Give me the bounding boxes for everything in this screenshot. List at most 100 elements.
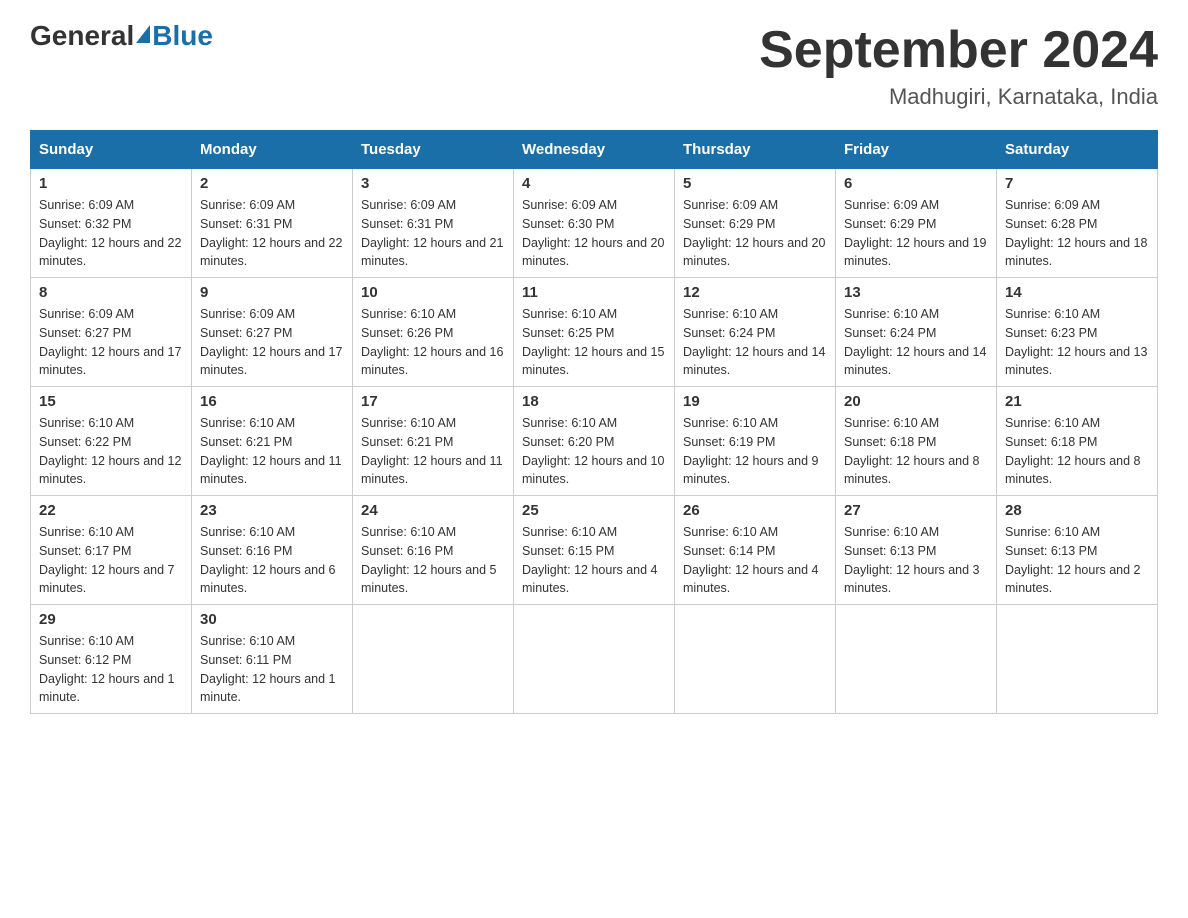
header-friday: Friday	[836, 131, 997, 169]
calendar-cell: 30Sunrise: 6:10 AMSunset: 6:11 PMDayligh…	[192, 605, 353, 714]
day-number: 25	[522, 502, 666, 519]
week-row-3: 15Sunrise: 6:10 AMSunset: 6:22 PMDayligh…	[31, 387, 1158, 496]
calendar-cell	[353, 605, 514, 714]
day-info: Sunrise: 6:10 AMSunset: 6:13 PMDaylight:…	[1005, 523, 1149, 598]
day-number: 24	[361, 502, 505, 519]
calendar-cell: 16 Sunrise: 6:10 AMSunset: 6:21 PMDayligh…	[192, 387, 353, 496]
calendar-cell: 18 Sunrise: 6:10 AMSunset: 6:20 PMDayligh…	[514, 387, 675, 496]
week-row-4: 22Sunrise: 6:10 AMSunset: 6:17 PMDayligh…	[31, 496, 1158, 605]
calendar-cell: 11 Sunrise: 6:10 AMSunset: 6:25 PMDayligh…	[514, 278, 675, 387]
day-number: 21	[1005, 393, 1149, 410]
calendar-subtitle: Madhugiri, Karnataka, India	[759, 84, 1158, 110]
week-row-5: 29 Sunrise: 6:10 AMSunset: 6:12 PMDayligh…	[31, 605, 1158, 714]
day-info: Sunrise: 6:10 AMSunset: 6:24 PMDaylight:…	[844, 305, 988, 380]
calendar-header-row: SundayMondayTuesdayWednesdayThursdayFrid…	[31, 131, 1158, 169]
day-info: Sunrise: 6:09 AMSunset: 6:29 PMDaylight:…	[844, 196, 988, 271]
header-tuesday: Tuesday	[353, 131, 514, 169]
calendar-cell: 9Sunrise: 6:09 AMSunset: 6:27 PMDaylight…	[192, 278, 353, 387]
day-number: 10	[361, 284, 505, 301]
day-info: Sunrise: 6:09 AMSunset: 6:28 PMDaylight:…	[1005, 196, 1149, 271]
day-info: Sunrise: 6:10 AMSunset: 6:23 PMDaylight:…	[1005, 305, 1149, 380]
day-number: 11	[522, 284, 666, 301]
day-info: Sunrise: 6:10 AMSunset: 6:18 PMDaylight:…	[844, 414, 988, 489]
header-monday: Monday	[192, 131, 353, 169]
day-info: Sunrise: 6:10 AMSunset: 6:21 PMDaylight:…	[200, 414, 344, 489]
day-number: 15	[39, 393, 183, 410]
calendar-cell: 3 Sunrise: 6:09 AMSunset: 6:31 PMDaylight…	[353, 169, 514, 278]
calendar-cell	[514, 605, 675, 714]
calendar-cell: 15Sunrise: 6:10 AMSunset: 6:22 PMDayligh…	[31, 387, 192, 496]
calendar-cell: 28 Sunrise: 6:10 AMSunset: 6:13 PMDayligh…	[997, 496, 1158, 605]
day-number: 28	[1005, 502, 1149, 519]
calendar-cell	[836, 605, 997, 714]
header-saturday: Saturday	[997, 131, 1158, 169]
calendar-cell: 20 Sunrise: 6:10 AMSunset: 6:18 PMDayligh…	[836, 387, 997, 496]
header-sunday: Sunday	[31, 131, 192, 169]
calendar-cell: 5Sunrise: 6:09 AMSunset: 6:29 PMDaylight…	[675, 169, 836, 278]
day-info: Sunrise: 6:09 AMSunset: 6:32 PMDaylight:…	[39, 196, 183, 271]
day-info: Sunrise: 6:10 AMSunset: 6:21 PMDaylight:…	[361, 414, 505, 489]
calendar-cell	[997, 605, 1158, 714]
day-info: Sunrise: 6:09 AMSunset: 6:31 PMDaylight:…	[200, 196, 344, 271]
logo-area: General Blue	[30, 20, 213, 52]
week-row-1: 1 Sunrise: 6:09 AMSunset: 6:32 PMDaylight…	[31, 169, 1158, 278]
logo: General Blue	[30, 20, 213, 52]
calendar-cell: 6 Sunrise: 6:09 AMSunset: 6:29 PMDaylight…	[836, 169, 997, 278]
day-info: Sunrise: 6:09 AMSunset: 6:31 PMDaylight:…	[361, 196, 505, 271]
day-number: 16	[200, 393, 344, 410]
day-info: Sunrise: 6:10 AMSunset: 6:12 PMDaylight:…	[39, 632, 183, 707]
day-info: Sunrise: 6:10 AMSunset: 6:19 PMDaylight:…	[683, 414, 827, 489]
calendar-title: September 2024	[759, 20, 1158, 80]
calendar-cell: 23Sunrise: 6:10 AMSunset: 6:16 PMDayligh…	[192, 496, 353, 605]
day-number: 17	[361, 393, 505, 410]
header: General Blue September 2024 Madhugiri, K…	[30, 20, 1158, 110]
day-info: Sunrise: 6:09 AMSunset: 6:27 PMDaylight:…	[39, 305, 183, 380]
day-number: 18	[522, 393, 666, 410]
day-info: Sunrise: 6:09 AMSunset: 6:27 PMDaylight:…	[200, 305, 344, 380]
day-number: 29	[39, 611, 183, 628]
day-number: 19	[683, 393, 827, 410]
header-wednesday: Wednesday	[514, 131, 675, 169]
day-number: 13	[844, 284, 988, 301]
calendar-cell: 4Sunrise: 6:09 AMSunset: 6:30 PMDaylight…	[514, 169, 675, 278]
calendar-cell: 24 Sunrise: 6:10 AMSunset: 6:16 PMDayligh…	[353, 496, 514, 605]
day-info: Sunrise: 6:10 AMSunset: 6:14 PMDaylight:…	[683, 523, 827, 598]
day-info: Sunrise: 6:10 AMSunset: 6:15 PMDaylight:…	[522, 523, 666, 598]
calendar-cell: 22Sunrise: 6:10 AMSunset: 6:17 PMDayligh…	[31, 496, 192, 605]
calendar-cell: 14 Sunrise: 6:10 AMSunset: 6:23 PMDayligh…	[997, 278, 1158, 387]
day-number: 1	[39, 175, 183, 192]
day-number: 22	[39, 502, 183, 519]
logo-blue-text: Blue	[152, 20, 213, 52]
day-number: 8	[39, 284, 183, 301]
day-info: Sunrise: 6:10 AMSunset: 6:25 PMDaylight:…	[522, 305, 666, 380]
day-number: 6	[844, 175, 988, 192]
day-info: Sunrise: 6:10 AMSunset: 6:16 PMDaylight:…	[361, 523, 505, 598]
day-info: Sunrise: 6:09 AMSunset: 6:29 PMDaylight:…	[683, 196, 827, 271]
header-thursday: Thursday	[675, 131, 836, 169]
calendar-cell: 26 Sunrise: 6:10 AMSunset: 6:14 PMDayligh…	[675, 496, 836, 605]
day-number: 3	[361, 175, 505, 192]
day-number: 2	[200, 175, 344, 192]
calendar-cell: 27Sunrise: 6:10 AMSunset: 6:13 PMDayligh…	[836, 496, 997, 605]
day-number: 26	[683, 502, 827, 519]
calendar-cell: 1 Sunrise: 6:09 AMSunset: 6:32 PMDaylight…	[31, 169, 192, 278]
calendar-cell: 12Sunrise: 6:10 AMSunset: 6:24 PMDayligh…	[675, 278, 836, 387]
day-number: 20	[844, 393, 988, 410]
week-row-2: 8 Sunrise: 6:09 AMSunset: 6:27 PMDaylight…	[31, 278, 1158, 387]
calendar-cell: 25 Sunrise: 6:10 AMSunset: 6:15 PMDayligh…	[514, 496, 675, 605]
day-info: Sunrise: 6:10 AMSunset: 6:20 PMDaylight:…	[522, 414, 666, 489]
day-number: 27	[844, 502, 988, 519]
calendar-cell: 17 Sunrise: 6:10 AMSunset: 6:21 PMDayligh…	[353, 387, 514, 496]
day-info: Sunrise: 6:10 AMSunset: 6:26 PMDaylight:…	[361, 305, 505, 380]
calendar-cell: 7 Sunrise: 6:09 AMSunset: 6:28 PMDaylight…	[997, 169, 1158, 278]
day-number: 14	[1005, 284, 1149, 301]
day-info: Sunrise: 6:10 AMSunset: 6:11 PMDaylight:…	[200, 632, 344, 707]
calendar-cell: 29 Sunrise: 6:10 AMSunset: 6:12 PMDayligh…	[31, 605, 192, 714]
calendar-cell: 2 Sunrise: 6:09 AMSunset: 6:31 PMDaylight…	[192, 169, 353, 278]
day-info: Sunrise: 6:10 AMSunset: 6:16 PMDaylight:…	[200, 523, 344, 598]
day-info: Sunrise: 6:10 AMSunset: 6:24 PMDaylight:…	[683, 305, 827, 380]
title-area: September 2024 Madhugiri, Karnataka, Ind…	[759, 20, 1158, 110]
calendar-cell: 10 Sunrise: 6:10 AMSunset: 6:26 PMDayligh…	[353, 278, 514, 387]
day-number: 7	[1005, 175, 1149, 192]
day-info: Sunrise: 6:09 AMSunset: 6:30 PMDaylight:…	[522, 196, 666, 271]
